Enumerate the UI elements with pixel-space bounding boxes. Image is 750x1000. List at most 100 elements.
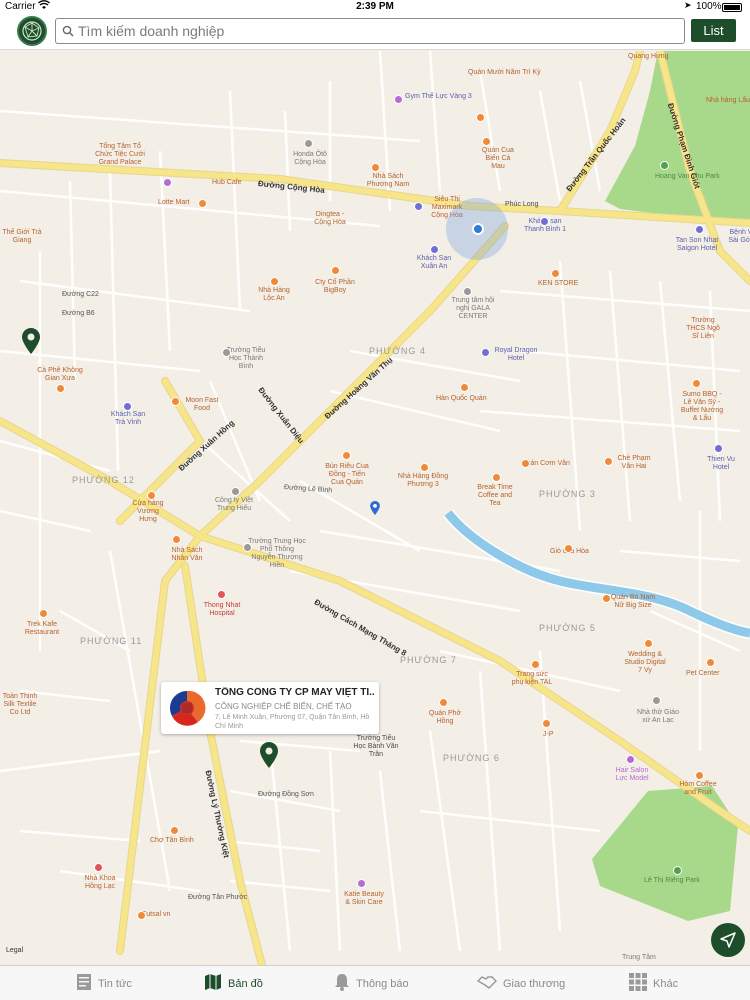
place-label[interactable]: Quang Hưng: [628, 53, 669, 61]
place-label[interactable]: Cà Phê Không Gian Xưa: [32, 367, 88, 383]
restaurant-icon[interactable]: [171, 397, 180, 406]
hotel-icon[interactable]: [430, 245, 439, 254]
place-label[interactable]: Quán Cua Biển Cà Mau: [478, 147, 518, 171]
place-label[interactable]: Thế Giới Trà Giang: [2, 229, 42, 245]
tab-news[interactable]: Tin tức: [76, 966, 132, 1000]
shop-icon[interactable]: [331, 266, 340, 275]
place-label[interactable]: Pet Center: [686, 670, 719, 678]
place-label[interactable]: Trường Trung Học Phổ Thông Nguyễn Thượng…: [248, 538, 306, 570]
shop-icon[interactable]: [371, 163, 380, 172]
restaurant-icon[interactable]: [564, 544, 573, 553]
place-label[interactable]: Chợ Tân Bình: [150, 837, 194, 845]
restaurant-icon[interactable]: [420, 463, 429, 472]
tab-notifications[interactable]: Thông báo: [334, 966, 409, 1000]
place-label[interactable]: Nhà Sách Nhân Văn: [170, 547, 204, 563]
place-label[interactable]: Phúc Long: [505, 201, 538, 209]
shop-icon[interactable]: [414, 202, 423, 211]
place-label[interactable]: Nhà Hàng Lộc An: [254, 287, 294, 303]
shop-icon[interactable]: [147, 491, 156, 500]
tab-more[interactable]: Khác: [629, 966, 678, 1000]
gym-icon[interactable]: [394, 95, 403, 104]
place-label[interactable]: Bún Riêu Cua Đồng - Tiến Cua Quán: [322, 463, 372, 487]
place-label[interactable]: Công ty Việt Trung Hiếu: [215, 497, 253, 513]
shop-icon[interactable]: [163, 178, 172, 187]
place-label[interactable]: Dingtea - Cộng Hòa: [310, 211, 350, 227]
cafe-icon[interactable]: [56, 384, 65, 393]
place-label[interactable]: Cty Cổ Phần BigBoy: [312, 279, 358, 295]
restaurant-icon[interactable]: [460, 383, 469, 392]
beauty-icon[interactable]: [357, 879, 366, 888]
school-icon[interactable]: [243, 543, 252, 552]
restaurant-icon[interactable]: [342, 451, 351, 460]
business-icon[interactable]: [231, 487, 240, 496]
place-label[interactable]: Chè Phạm Văn Hai: [614, 455, 654, 471]
place-label[interactable]: Thong Nhat Hospital: [200, 602, 244, 618]
shop-icon[interactable]: [172, 535, 181, 544]
place-label[interactable]: Quán Mười Năm Trì Kỳ: [468, 69, 541, 77]
place-label[interactable]: Khách Sạn Trà Vinh: [106, 411, 150, 427]
hotel-icon[interactable]: [481, 348, 490, 357]
restaurant-icon[interactable]: [602, 594, 611, 603]
place-label[interactable]: Hair Salon Lực Model: [612, 767, 652, 783]
shop-icon[interactable]: [170, 826, 179, 835]
place-label[interactable]: Thien Vu Hotel: [704, 456, 738, 472]
place-label[interactable]: Sumo BBQ - Lê Văn Sỹ - Buffet Nướng & Lẩ…: [678, 391, 726, 423]
hotel-icon[interactable]: [714, 444, 723, 453]
hotel-icon[interactable]: [695, 225, 704, 234]
place-pin-icon[interactable]: [370, 501, 380, 515]
place-label[interactable]: Nhà hàng Lẩu Dê Vàng: [706, 97, 750, 105]
place-label[interactable]: Katie Beauty & Skin Care: [344, 891, 384, 907]
app-logo-globe-icon[interactable]: [17, 16, 47, 46]
place-label[interactable]: Quán Bò Nam Nữ Big Size: [610, 594, 656, 610]
place-label[interactable]: Trung Tâm: [622, 954, 656, 962]
place-label[interactable]: Trang sức phụ kiện TAL: [510, 671, 554, 687]
place-label[interactable]: Trường Tiểu Học Bành Văn Trân: [352, 735, 400, 759]
place-label[interactable]: Lê Thị Riêng Park: [644, 877, 700, 885]
place-label[interactable]: J-P: [543, 731, 554, 739]
place-label[interactable]: Tan Son Nhat Saigon Hotel: [672, 237, 722, 253]
business-icon[interactable]: [304, 139, 313, 148]
restaurant-icon[interactable]: [521, 459, 530, 468]
clinic-icon[interactable]: [94, 863, 103, 872]
place-label[interactable]: Honda Ôtô Cộng Hòa: [290, 151, 330, 167]
cafe-icon[interactable]: [492, 473, 501, 482]
place-label[interactable]: Cửa hàng Vương Hưng: [128, 500, 168, 524]
place-label[interactable]: Tổng Tâm Tổ Chức Tiệc Cưới Grand Palace: [90, 143, 150, 167]
place-label[interactable]: Trường Tiểu Học Thành Bình: [226, 347, 266, 371]
restaurant-icon[interactable]: [270, 277, 279, 286]
restaurant-icon[interactable]: [692, 379, 701, 388]
shop-icon[interactable]: [706, 658, 715, 667]
park-icon[interactable]: [673, 866, 682, 875]
search-input[interactable]: [78, 21, 678, 41]
salon-icon[interactable]: [626, 755, 635, 764]
hospital-icon[interactable]: [217, 590, 226, 599]
place-label[interactable]: Gym Thể Lực Vàng 3: [405, 93, 472, 101]
place-label[interactable]: Khách Sạn Xuân An: [412, 255, 456, 271]
map-view[interactable]: PHƯỜNG 4 PHƯỜNG 12 PHƯỜNG 3 PHƯỜNG 11 PH…: [0, 51, 750, 965]
place-label[interactable]: Hòm Coffee and Fruit: [676, 781, 720, 797]
restaurant-icon[interactable]: [482, 137, 491, 146]
cafe-icon[interactable]: [695, 771, 704, 780]
place-label[interactable]: Hub Cafe: [212, 179, 242, 187]
place-label[interactable]: Nhà thờ Giáo xứ An Lạc: [634, 709, 682, 725]
restaurant-icon[interactable]: [476, 113, 485, 122]
place-label[interactable]: Futsal vn: [142, 911, 170, 919]
hotel-icon[interactable]: [540, 217, 549, 226]
place-label[interactable]: Nhà Khoa Hồng Lạc: [82, 875, 118, 891]
place-label[interactable]: Trek Kafe Restaurant: [22, 621, 62, 637]
hotel-icon[interactable]: [123, 402, 132, 411]
tab-map[interactable]: Bản đồ: [204, 966, 263, 1000]
place-label[interactable]: Royal Dragon Hotel: [490, 347, 542, 363]
place-label[interactable]: Break Time Coffee and Tea: [474, 484, 516, 508]
search-field[interactable]: [55, 18, 685, 44]
shop-icon[interactable]: [551, 269, 560, 278]
place-label[interactable]: Hàn Quốc Quán: [436, 395, 487, 403]
restaurant-icon[interactable]: [39, 609, 48, 618]
restaurant-icon[interactable]: [604, 457, 613, 466]
place-label[interactable]: Bệnh V Sài Gòn: [726, 229, 750, 245]
shop-icon[interactable]: [531, 660, 540, 669]
place-label[interactable]: Toàn Thịnh Silk Textile Co Ltd: [0, 693, 40, 717]
legal-link[interactable]: Legal: [6, 947, 23, 954]
tab-trade[interactable]: Giao thương: [476, 966, 565, 1000]
business-pin-icon[interactable]: [260, 742, 278, 768]
